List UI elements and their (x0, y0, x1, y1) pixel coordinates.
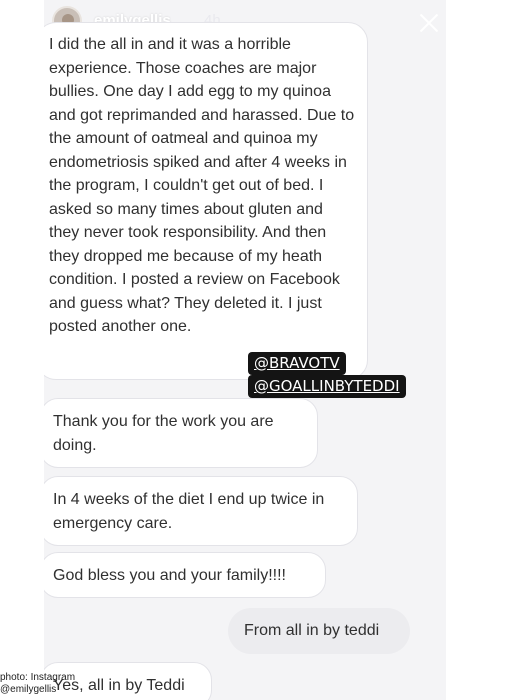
photo-credit-source: photo: Instagram (0, 672, 76, 683)
mention-bravotv[interactable]: @BRAVOTV (248, 352, 346, 375)
right-margin (446, 0, 515, 700)
message-bubble-main: I did the all in and it was a horrible e… (44, 22, 368, 380)
photo-credit: photo: Instagram @emilygellis (0, 672, 75, 696)
close-icon[interactable] (416, 10, 442, 36)
photo-credit-handle: @emilygellis (0, 684, 57, 695)
message-bubble-outgoing: From all in by teddi (228, 608, 410, 654)
message-bubble-god-bless: God bless you and your family!!!! (44, 552, 326, 598)
message-bubble-emergency: In 4 weeks of the diet I end up twice in… (44, 476, 358, 546)
story-view: emilygellis 4h I did the all in and it w… (44, 0, 446, 700)
mention-goallinbyteddi[interactable]: @GOALLINBYTEDDI (248, 375, 406, 398)
message-bubble-thank-you: Thank you for the work you are doing. (44, 398, 318, 468)
